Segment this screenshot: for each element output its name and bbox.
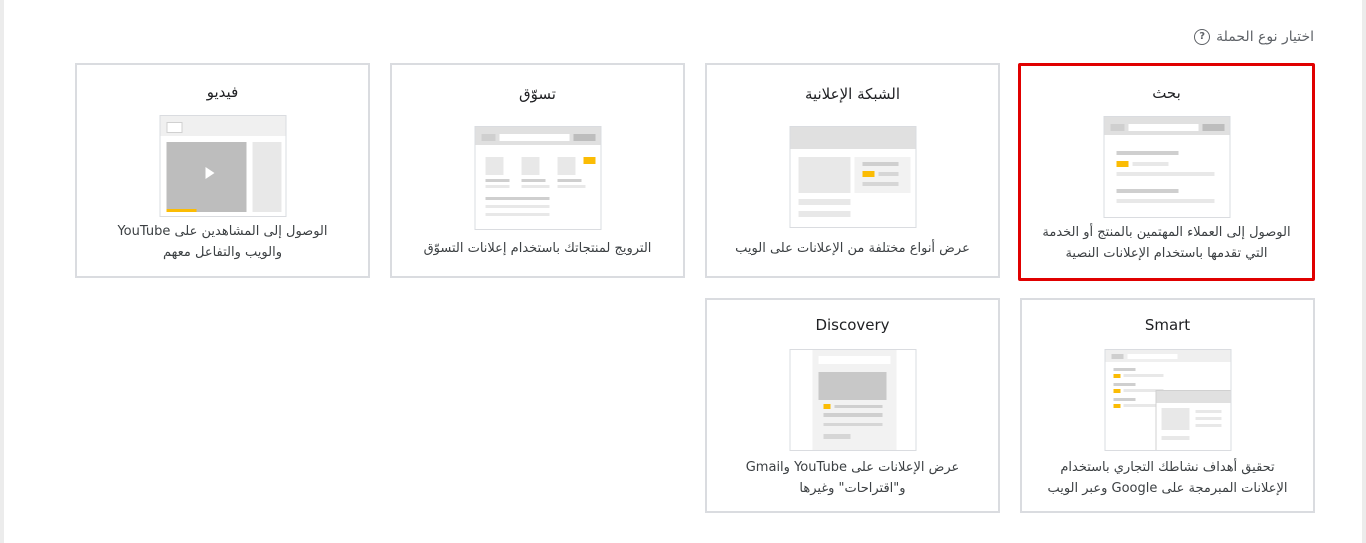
window-left-edge <box>0 0 4 543</box>
campaign-card-discovery[interactable]: Discovery عرض الإعلانات على YouTube وGma… <box>705 298 1000 513</box>
shopping-illustration <box>474 126 601 230</box>
card-desc-discovery: عرض الإعلانات على YouTube وGmail و"اقترا… <box>717 457 988 499</box>
desc-line: الترويج لمنتجاتك باستخدام إعلانات التسوّ… <box>423 241 652 256</box>
campaign-card-search[interactable]: بحث الوصول إلى العملاء المهتمين بالمنتج … <box>1018 63 1315 281</box>
desc-line: تحقيق أهداف نشاطك التجاري باستخدام <box>1060 460 1275 475</box>
desc-line: عرض أنواع مختلفة من الإعلانات على الويب <box>735 241 970 256</box>
desc-line: التي تقدمها باستخدام الإعلانات النصية <box>1065 246 1268 261</box>
campaign-type-header: اختيار نوع الحملة ? <box>1194 29 1314 45</box>
campaign-card-smart[interactable]: Smart تحقيق أهداف نشاطك التجاري باستخدام… <box>1020 298 1315 513</box>
desc-line: و"اقتراحات" وغيرها <box>799 481 906 496</box>
card-desc-search: الوصول إلى العملاء المهتمين بالمنتج أو ا… <box>1031 222 1302 264</box>
desc-line: والويب والتفاعل معهم <box>162 245 282 260</box>
search-illustration <box>1103 116 1230 218</box>
campaign-type-title: اختيار نوع الحملة <box>1216 29 1314 45</box>
card-desc-shopping: الترويج لمنتجاتك باستخدام إعلانات التسوّ… <box>402 238 673 259</box>
video-illustration <box>159 115 286 217</box>
campaign-card-video[interactable]: فيديو الوصول إلى المشاهدين على YouTube و… <box>75 63 370 278</box>
card-title-video: فيديو <box>206 83 239 101</box>
campaign-card-display[interactable]: الشبكة الإعلانية عرض أنواع مختلفة من الإ… <box>705 63 1000 278</box>
card-desc-video: الوصول إلى المشاهدين على YouTube والويب … <box>87 221 358 263</box>
card-title-smart: Smart <box>1144 316 1191 334</box>
display-illustration <box>789 126 916 228</box>
card-title-shopping: تسوّق <box>519 85 556 103</box>
card-desc-smart: تحقيق أهداف نشاطك التجاري باستخدام الإعل… <box>1032 457 1303 499</box>
help-icon[interactable]: ? <box>1194 29 1211 45</box>
card-title-search: بحث <box>1152 84 1181 102</box>
desc-line: الوصول إلى العملاء المهتمين بالمنتج أو ا… <box>1042 225 1291 240</box>
card-desc-display: عرض أنواع مختلفة من الإعلانات على الويب <box>717 238 988 259</box>
desc-line: عرض الإعلانات على YouTube وGmail <box>745 460 960 475</box>
desc-line: الإعلانات المبرمجة على Google وعبر الويب <box>1047 481 1288 496</box>
window-right-edge <box>1362 0 1366 543</box>
card-title-discovery: Discovery <box>815 316 890 334</box>
smart-illustration <box>1104 349 1231 451</box>
card-title-display: الشبكة الإعلانية <box>804 85 901 103</box>
desc-line: الوصول إلى المشاهدين على YouTube <box>117 224 328 239</box>
campaign-card-shopping[interactable]: تسوّق الترويج لمنتجاتك باستخدام إعلانات … <box>390 63 685 278</box>
discovery-illustration <box>789 349 916 451</box>
